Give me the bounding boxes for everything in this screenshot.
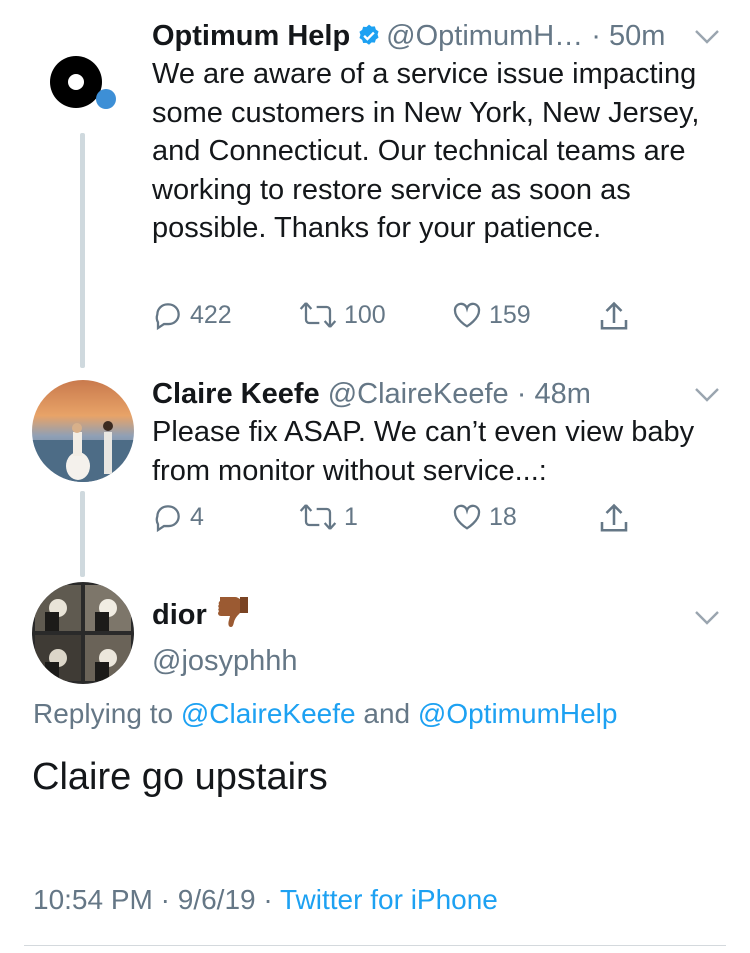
separator: · <box>160 884 170 915</box>
replying-and: and <box>363 698 411 729</box>
reply-button[interactable]: 4 <box>152 501 204 533</box>
avatar-claire-keefe[interactable] <box>32 380 134 482</box>
tweet-time: 10:54 PM <box>33 884 153 915</box>
retweet-icon <box>299 302 337 328</box>
claire-keefe-avatar-image <box>32 380 134 482</box>
chevron-down-icon[interactable] <box>694 610 720 626</box>
mention-optimum-help[interactable]: @OptimumHelp <box>418 698 618 729</box>
reply-count: 422 <box>190 300 232 329</box>
separator: · <box>591 20 601 52</box>
reply-icon <box>155 505 180 533</box>
share-button[interactable] <box>596 501 638 537</box>
dior-avatar-image <box>35 585 131 681</box>
retweet-button[interactable]: 100 <box>298 299 386 331</box>
tweet-date: 9/6/19 <box>177 884 256 915</box>
retweet-button[interactable]: 1 <box>298 501 358 533</box>
like-button[interactable]: 159 <box>451 299 531 331</box>
replying-prefix: Replying to <box>33 698 174 729</box>
replying-to: Replying to @ClaireKeefe and @OptimumHel… <box>33 698 617 730</box>
tweet-text: We are aware of a service issue impactin… <box>152 58 700 244</box>
retweet-icon <box>299 504 337 530</box>
thread-line <box>80 491 85 577</box>
like-button[interactable]: 18 <box>451 501 517 533</box>
timestamp[interactable]: 48m <box>534 378 590 410</box>
like-count: 159 <box>489 300 531 329</box>
reply-icon <box>155 303 180 331</box>
like-icon <box>453 302 481 328</box>
thumbs-down-emoji <box>215 594 251 641</box>
thread-line <box>80 133 85 368</box>
handle[interactable]: @ClaireKeefe <box>328 378 509 410</box>
display-name[interactable]: dior <box>152 599 207 631</box>
reply-button[interactable]: 422 <box>152 299 232 331</box>
avatar-optimum-help[interactable] <box>32 27 134 129</box>
optimum-logo-icon <box>50 56 116 109</box>
tweet-source-link[interactable]: Twitter for iPhone <box>280 884 498 915</box>
tweet-header: Optimum Help @OptimumH… · 50m <box>152 17 665 59</box>
share-button[interactable] <box>596 299 638 335</box>
like-count: 18 <box>489 502 517 531</box>
tweet-actions: 422 100 159 <box>152 299 652 339</box>
tweet-footer: 10:54 PM · 9/6/19 · Twitter for iPhone <box>33 884 498 916</box>
tweet-header: dior @josyphhh <box>152 594 298 681</box>
share-icon <box>600 301 628 330</box>
display-name[interactable]: Optimum Help <box>152 20 350 52</box>
tweet-text: Please fix ASAP. We can’t even view baby… <box>152 416 695 487</box>
handle[interactable]: @josyphhh <box>152 645 298 677</box>
display-name[interactable]: Claire Keefe <box>152 378 320 410</box>
like-icon <box>453 504 481 530</box>
retweet-count: 100 <box>344 300 386 329</box>
chevron-down-icon[interactable] <box>694 387 720 403</box>
handle[interactable]: @OptimumH… <box>386 20 583 52</box>
tweet-header: Claire Keefe @ClaireKeefe · 48m <box>152 375 591 413</box>
focused-tweet-text: Claire go upstairs <box>32 756 328 798</box>
divider <box>24 945 726 946</box>
separator: · <box>263 884 273 915</box>
tweet-actions: 4 1 18 <box>152 501 652 541</box>
separator: · <box>516 378 527 410</box>
share-icon <box>600 503 628 532</box>
reply-count: 4 <box>190 502 204 531</box>
retweet-count: 1 <box>344 502 358 531</box>
mention-claire-keefe[interactable]: @ClaireKeefe <box>181 698 356 729</box>
chevron-down-icon[interactable] <box>694 29 720 45</box>
verified-badge-icon <box>356 21 382 59</box>
timestamp[interactable]: 50m <box>609 20 665 52</box>
avatar-dior[interactable] <box>32 582 134 684</box>
